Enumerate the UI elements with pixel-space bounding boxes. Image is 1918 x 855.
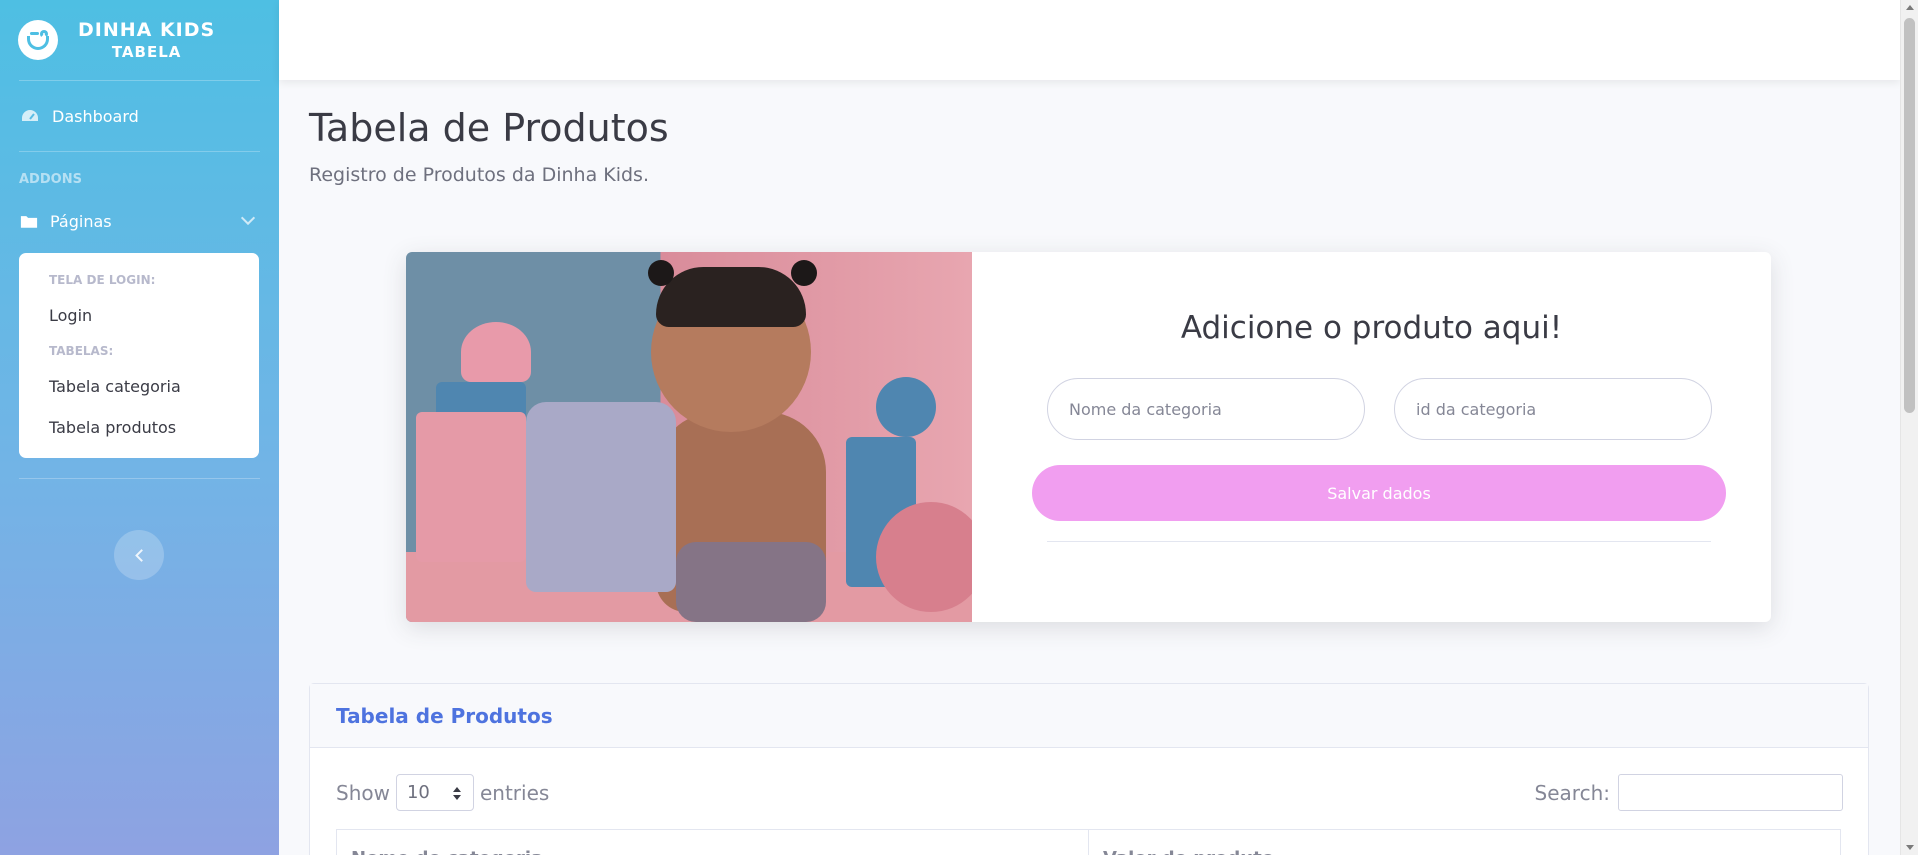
table-card-header: Tabela de Produtos — [310, 684, 1868, 748]
sidebar-toggle-button[interactable] — [114, 530, 164, 580]
entries-control: Show 10 entries — [336, 774, 549, 811]
brand-subtitle: TABELA — [111, 43, 182, 61]
search-input[interactable] — [1618, 774, 1843, 811]
entries-select[interactable]: 10 — [395, 774, 474, 811]
brand-logo-icon — [18, 20, 58, 60]
brand-text: DINHA KIDS TABELA — [78, 19, 215, 61]
show-label: Show — [336, 780, 390, 805]
category-name-input[interactable] — [1047, 378, 1365, 440]
entries-select-value: 10 — [406, 782, 430, 803]
brand-name: DINHA KIDS — [78, 19, 216, 41]
submenu-item-login[interactable]: Login — [19, 295, 259, 336]
entries-label: entries — [479, 780, 550, 805]
sidebar-item-pages[interactable]: Páginas — [0, 193, 279, 249]
chevron-left-icon — [134, 548, 148, 562]
submenu-item-tabela-produtos[interactable]: Tabela produtos — [19, 407, 259, 448]
pages-submenu: TELA DE LOGIN: Login TABELAS: Tabela cat… — [19, 253, 259, 458]
form-divider — [1047, 541, 1711, 542]
baby-product-image — [406, 252, 972, 622]
submenu-heading: TELA DE LOGIN: — [49, 273, 156, 287]
submenu-item-tabela-categoria[interactable]: Tabela categoria — [19, 366, 259, 407]
scrollbar-thumb[interactable] — [1904, 18, 1915, 413]
scroll-down-icon[interactable] — [1906, 845, 1914, 850]
save-button[interactable]: Salvar dados — [1032, 465, 1726, 521]
table-search: Search: — [1535, 774, 1843, 811]
search-label: Search: — [1534, 780, 1610, 805]
category-id-input[interactable] — [1394, 378, 1712, 440]
form-title: Adicione o produto aqui! — [1180, 310, 1563, 346]
product-form-card: Adicione o produto aqui! Salvar dados — [406, 252, 1771, 622]
folder-icon — [20, 215, 38, 228]
sidebar-item-label: Dashboard — [52, 106, 139, 126]
chevron-down-icon — [240, 210, 256, 226]
brand[interactable]: DINHA KIDS TABELA — [0, 0, 279, 80]
page-scrollbar[interactable] — [1900, 0, 1918, 855]
table-header-row: Nome do categoria Valor do produto — [336, 829, 1841, 855]
column-header-valor[interactable]: Valor do produto — [1089, 830, 1840, 855]
sidebar: DINHA KIDS TABELA Dashboard ADDONS Págin… — [0, 0, 279, 855]
products-table-card: Tabela de Produtos Show 10 entries Searc… — [309, 683, 1869, 855]
column-header-nome[interactable]: Nome do categoria — [337, 830, 1089, 855]
sidebar-item-dashboard[interactable]: Dashboard — [0, 81, 279, 151]
sidebar-heading: ADDONS — [19, 172, 82, 187]
caret-down-icon — [452, 795, 461, 800]
scroll-up-icon[interactable] — [1906, 5, 1914, 10]
page-title: Tabela de Produtos — [309, 106, 669, 150]
sidebar-item-label: Páginas — [50, 211, 112, 231]
tachometer-icon — [22, 110, 38, 121]
page-subtitle: Registro de Produtos da Dinha Kids. — [309, 164, 649, 186]
topbar — [279, 0, 1900, 80]
caret-up-icon — [452, 787, 461, 792]
submenu-heading: TABELAS: — [49, 344, 114, 358]
sidebar-divider — [19, 478, 260, 479]
